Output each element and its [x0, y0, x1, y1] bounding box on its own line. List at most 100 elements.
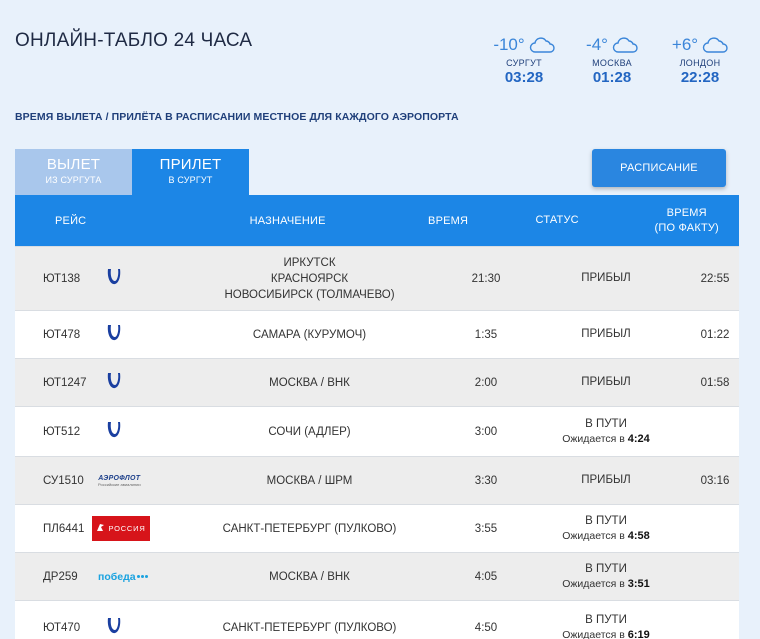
status-text: В ПУТИ [585, 514, 627, 527]
table-row[interactable]: ЮТ138 ИРКУТСК КРАСНОЯРСК НОВОСИБИРСК (ТОЛМА… [15, 246, 739, 310]
tab-sublabel: ИЗ СУРГУТА [45, 175, 102, 185]
expected-label: Ожидается в [562, 529, 628, 542]
tab-arrival[interactable]: ПРИЛЕТ В СУРГУТ [132, 149, 249, 195]
destination: САМАРА (КУРУМОЧ) [168, 327, 451, 343]
table-row[interactable]: ЮТ512 СОЧИ (АДЛЕР) 3:00 В ПУТИ Ожидается в 4… [15, 406, 739, 456]
timezone-note: ВРЕМЯ ВЫЛЕТА / ПРИЛЁТА В РАСПИСАНИИ МЕСТ… [15, 111, 459, 123]
airline-logo-cell [88, 420, 168, 443]
table-header: РЕЙС НАЗНАЧЕНИЕ ВРЕМЯ СТАТУС ВРЕМЯ (ПО Ф… [15, 195, 739, 246]
pobeda-dot-icon [144, 575, 148, 578]
table-row[interactable]: ЮТ470 САНКТ-ПЕТЕРБУРГ (ПУЛКОВО) 4:50 В ПУТИ… [15, 600, 739, 639]
flight-number: ЮТ478 [43, 328, 81, 341]
flight-status: ПРИБЫЛ [521, 473, 691, 488]
table-row[interactable]: ПЛ6441 РОССИЯ САНКТ-ПЕТЕРБУРГ (ПУЛКОВО) 3:5… [15, 504, 739, 552]
status-text: ПРИБЫЛ [581, 474, 631, 486]
destination: САНКТ-ПЕТЕРБУРГ (ПУЛКОВО) [168, 521, 451, 537]
scheduled-time: 3:55 [474, 522, 498, 535]
weather-city-time: 03:28 [504, 69, 544, 86]
weather-city-name: ЛОНДОН [679, 58, 721, 68]
airline-logo-cell [88, 323, 168, 346]
destination: ИРКУТСК КРАСНОЯРСК НОВОСИБИРСК (ТОЛМАЧЕВО) [168, 255, 451, 303]
direction-tabs: ВЫЛЕТ ИЗ СУРГУТА ПРИЛЕТ В СУРГУТ [15, 149, 249, 195]
flight-number: ПЛ6441 [43, 522, 85, 535]
scheduled-time: 2:00 [474, 376, 498, 389]
destination-line: КРАСНОЯРСК [270, 272, 349, 285]
weather-widget: -10° СУРГУТ 03:28 -4° МОСКВА 01:28 +6° Л… [480, 32, 744, 86]
header-actual-line1: ВРЕМЯ [666, 206, 707, 219]
rossiya-logo-text: РОССИЯ [108, 524, 146, 533]
header-flight: РЕЙС [55, 214, 87, 227]
airline-logo-cell [88, 267, 168, 290]
expected-time: Ожидается в 4:24 [521, 432, 691, 447]
destination-line: МОСКВА / ШРМ [266, 474, 353, 487]
scheduled-time: 1:35 [474, 328, 498, 341]
destination-line: САНКТ-ПЕТЕРБУРГ (ПУЛКОВО) [222, 522, 397, 535]
flight-status: ПРИБЫЛ [521, 271, 691, 286]
table-row[interactable]: ДР259 победа МОСКВА / ВНК 4:05 В ПУТИ Ожидает… [15, 552, 739, 600]
flight-status: В ПУТИ Ожидается в 4:58 [521, 514, 691, 544]
status-text: В ПУТИ [585, 417, 627, 430]
rossiya-logo: РОССИЯ [92, 516, 150, 541]
cloud-icon [702, 37, 728, 53]
scheduled-time: 3:00 [474, 425, 498, 438]
flight-status: ПРИБЫЛ [521, 375, 691, 390]
expected-time: Ожидается в 4:58 [521, 529, 691, 544]
status-text: В ПУТИ [585, 562, 627, 575]
weather-city: +6° ЛОНДОН 22:28 [656, 32, 744, 86]
weather-city-time: 22:28 [680, 69, 720, 86]
pobeda-logo: победа [98, 571, 148, 583]
status-text: ПРИБЫЛ [581, 376, 631, 388]
page-title: ОНЛАЙН-ТАБЛО 24 ЧАСА [15, 30, 253, 51]
flight-number: ЮТ138 [43, 272, 81, 285]
tab-departure[interactable]: ВЫЛЕТ ИЗ СУРГУТА [15, 149, 132, 195]
scheduled-time: 4:50 [474, 621, 498, 634]
weather-temp: -10° [493, 35, 525, 54]
weather-city: -4° МОСКВА 01:28 [568, 32, 656, 86]
scheduled-time: 4:05 [474, 570, 498, 583]
cloud-icon [529, 37, 555, 53]
destination-line: САМАРА (КУРУМОЧ) [252, 328, 367, 341]
weather-city-name: СУРГУТ [506, 58, 542, 68]
flights-table: РЕЙС НАЗНАЧЕНИЕ ВРЕМЯ СТАТУС ВРЕМЯ (ПО Ф… [15, 195, 739, 639]
table-row[interactable]: ЮТ478 САМАРА (КУРУМОЧ) 1:35 ПРИБЫЛ 01:22 [15, 310, 739, 358]
weather-city-name: МОСКВА [592, 58, 632, 68]
destination-line: НОВОСИБИРСК (ТОЛМАЧЕВО) [224, 288, 395, 301]
destination: СОЧИ (АДЛЕР) [168, 424, 451, 440]
utair-logo-icon [88, 267, 124, 290]
destination-line: САНКТ-ПЕТЕРБУРГ (ПУЛКОВО) [222, 621, 397, 634]
tab-label: ВЫЛЕТ [46, 156, 101, 173]
actual-time: 03:16 [700, 474, 730, 487]
scheduled-time: 3:30 [474, 474, 498, 487]
scheduled-time: 21:30 [471, 272, 501, 285]
flight-status: В ПУТИ Ожидается в 6:19 [521, 613, 691, 639]
cloud-icon [612, 37, 638, 53]
status-text: В ПУТИ [585, 613, 627, 626]
destination-line: МОСКВА / ВНК [269, 376, 350, 389]
destination: МОСКВА / ВНК [168, 375, 451, 391]
header-time: ВРЕМЯ [428, 214, 469, 227]
flight-number: ЮТ470 [43, 621, 81, 634]
status-text: ПРИБЫЛ [581, 328, 631, 340]
airline-logo-cell [88, 371, 168, 394]
flight-status: В ПУТИ Ожидается в 3:51 [521, 562, 691, 592]
rossiya-bird-icon [96, 523, 105, 534]
flight-number: ЮТ512 [43, 425, 81, 438]
table-row[interactable]: СУ1510 АЭРОФЛОТ Российские авиалинии МОСКВА… [15, 456, 739, 504]
expected-time: Ожидается в 3:51 [521, 577, 691, 592]
airline-logo-cell [88, 616, 168, 639]
flight-number: СУ1510 [43, 474, 84, 487]
airline-logo-cell: победа [88, 571, 168, 583]
weather-temp: -4° [586, 35, 608, 54]
utair-logo-icon [88, 371, 124, 394]
airline-logo-cell: РОССИЯ [88, 516, 168, 541]
table-body: ЮТ138 ИРКУТСК КРАСНОЯРСК НОВОСИБИРСК (ТОЛМА… [15, 246, 739, 639]
header-destination: НАЗНАЧЕНИЕ [249, 214, 326, 227]
aeroflot-logo: АЭРОФЛОТ Российские авиалинии [98, 475, 141, 487]
destination: САНКТ-ПЕТЕРБУРГ (ПУЛКОВО) [168, 620, 451, 636]
expected-label: Ожидается в [562, 432, 628, 445]
schedule-button[interactable]: РАСПИСАНИЕ [592, 149, 726, 187]
flight-number: ЮТ1247 [43, 376, 87, 389]
table-row[interactable]: ЮТ1247 МОСКВА / ВНК 2:00 ПРИБЫЛ 01:58 [15, 358, 739, 406]
weather-city-time: 01:28 [592, 69, 632, 86]
expected-label: Ожидается в [562, 628, 628, 639]
